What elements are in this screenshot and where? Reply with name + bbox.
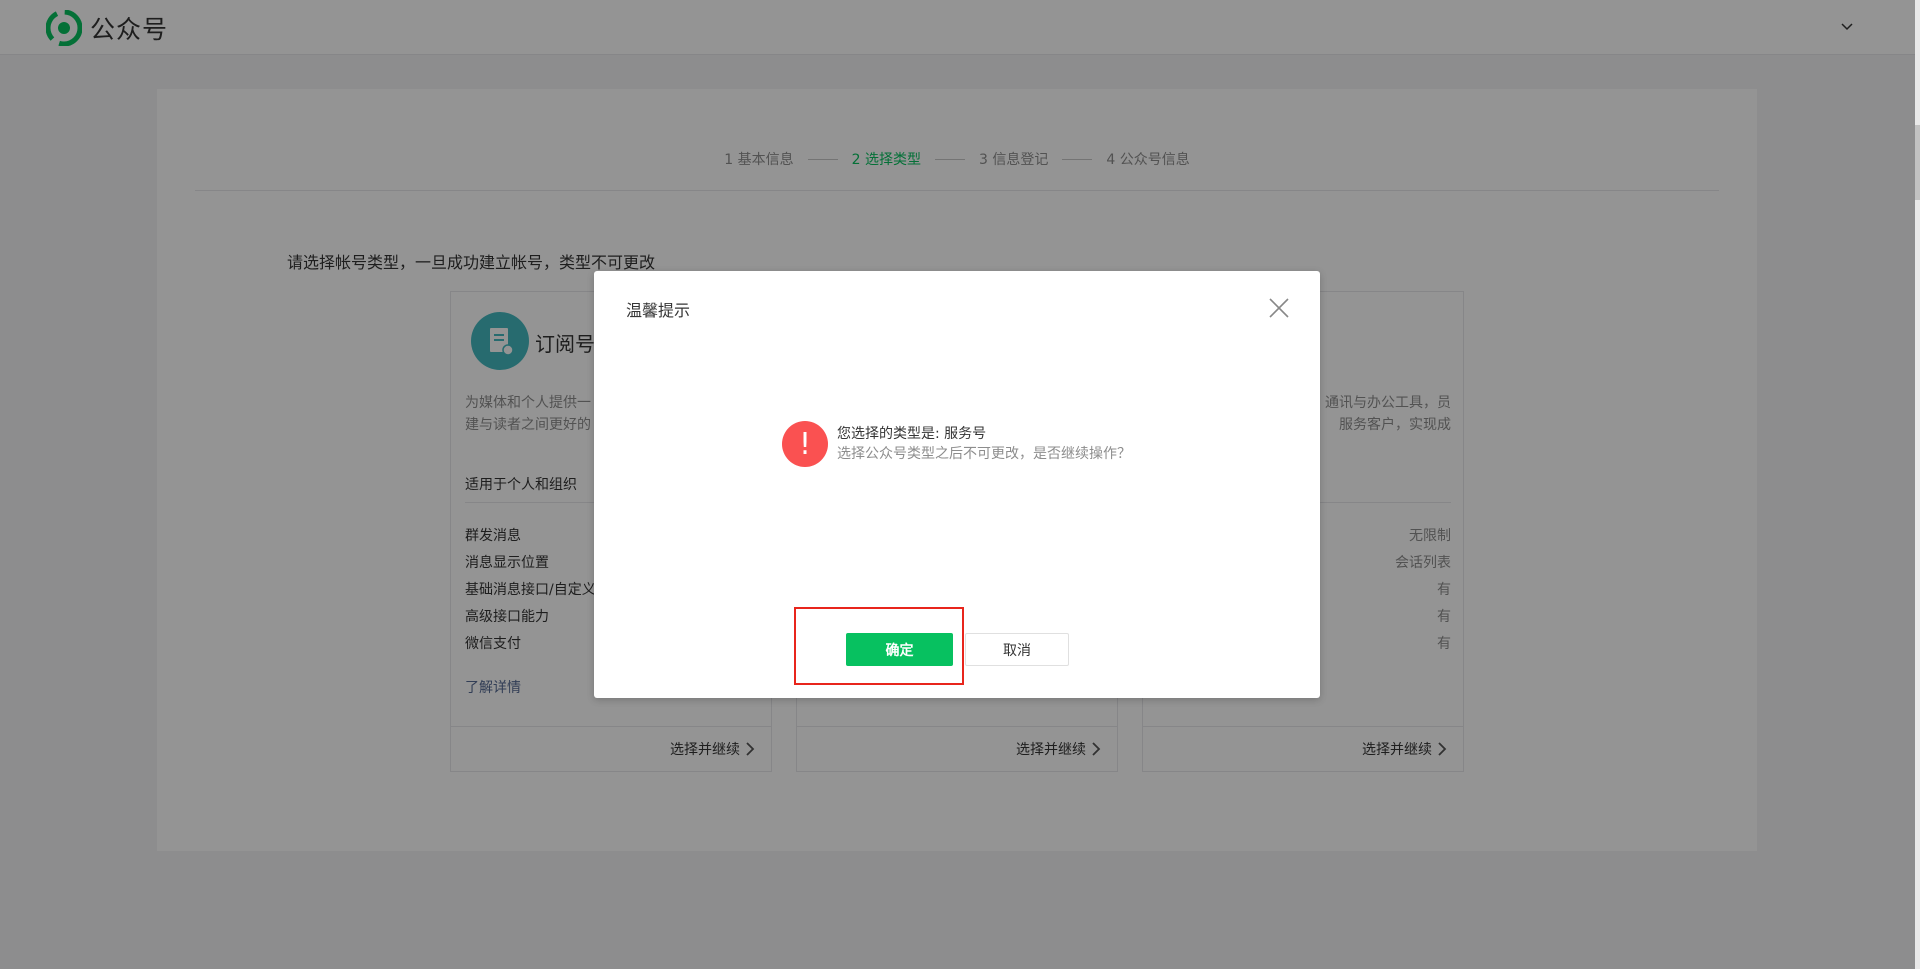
scrollbar-thumb[interactable] [1915,125,1920,200]
dialog-submessage: 选择公众号类型之后不可更改，是否继续操作？ [837,446,1131,462]
warning-icon: ! [782,421,828,467]
dialog-title: 温馨提示 [626,301,691,320]
dialog-text: 您选择的类型是: 服务号 选择公众号类型之后不可更改，是否继续操作？ [837,425,1131,465]
dialog-message: 您选择的类型是: 服务号 [837,426,987,442]
dialog-body: ! 您选择的类型是: 服务号 选择公众号类型之后不可更改，是否继续操作？ [782,421,1131,467]
close-icon[interactable] [1268,297,1290,319]
cancel-button[interactable]: 取消 [965,633,1069,666]
scrollbar[interactable] [1915,0,1920,969]
highlight-annotation [794,607,964,685]
